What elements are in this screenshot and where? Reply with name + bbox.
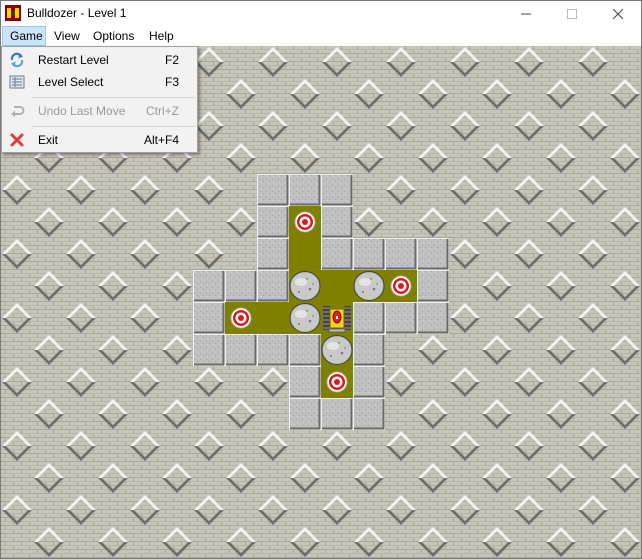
title-bar[interactable]: Bulldozer - Level 1 [1, 1, 641, 26]
bulldozer-player[interactable] [323, 306, 351, 333]
wall-block [193, 270, 225, 302]
close-button[interactable] [595, 1, 641, 26]
restart-level-item[interactable]: Restart Level F2 [4, 49, 195, 71]
target-marker [230, 307, 252, 329]
menu-options[interactable]: Options [86, 26, 141, 46]
wall-block [257, 334, 289, 366]
restart-level-shortcut: F2 [164, 53, 179, 67]
wall-block [417, 270, 449, 302]
undo-last-move-label: Undo Last Move [38, 104, 126, 118]
maximize-icon [567, 8, 577, 19]
wall-block [353, 238, 385, 270]
menu-separator [32, 97, 196, 98]
undo-last-move-shortcut: Ctrl+Z [146, 104, 179, 118]
floor-tile [289, 238, 321, 270]
maximize-button[interactable] [549, 1, 595, 26]
undo-icon [11, 106, 25, 118]
wall-block [353, 398, 385, 430]
exit-label: Exit [38, 133, 59, 147]
minimize-button[interactable] [503, 1, 549, 26]
target-marker [294, 211, 316, 233]
wall-block [257, 270, 289, 302]
level-select-item[interactable]: Level Select F3 [4, 71, 195, 93]
wall-block [417, 302, 449, 334]
target-marker [326, 371, 348, 393]
wall-block [321, 398, 353, 430]
floor-tile [257, 302, 289, 334]
wall-block [289, 398, 321, 430]
wall-block [385, 238, 417, 270]
wall-block [321, 174, 353, 206]
menu-separator [32, 126, 196, 127]
level-select-shortcut: F3 [164, 75, 179, 89]
wall-block [225, 270, 257, 302]
wall-block [257, 206, 289, 238]
wall-block [353, 334, 385, 366]
menu-help[interactable]: Help [142, 26, 182, 46]
wall-block [257, 238, 289, 270]
wall-block [289, 366, 321, 398]
wall-block [225, 334, 257, 366]
boulder[interactable] [321, 334, 353, 366]
close-icon [613, 8, 623, 19]
exit-item[interactable]: Exit Alt+F4 [4, 129, 195, 151]
wall-block [417, 238, 449, 270]
minimize-icon [521, 13, 531, 14]
wall-block [353, 366, 385, 398]
menu-view[interactable]: View [47, 26, 85, 46]
wall-block [289, 174, 321, 206]
wall-block [289, 334, 321, 366]
exit-shortcut: Alt+F4 [143, 133, 179, 147]
window-title: Bulldozer - Level 1 [27, 6, 127, 20]
wall-block [353, 302, 385, 334]
bulldozer-app-icon [5, 5, 21, 21]
boulder[interactable] [353, 270, 385, 302]
game-menu-dropdown: Restart Level F2 Level Select F3 Undo La… [1, 46, 198, 153]
exit-icon [10, 133, 24, 147]
undo-last-move-item[interactable]: Undo Last Move Ctrl+Z [4, 100, 195, 122]
boulder[interactable] [289, 270, 321, 302]
floor-tile [321, 270, 353, 302]
target-marker [390, 275, 412, 297]
restart-level-label: Restart Level [38, 53, 109, 67]
level-select-label: Level Select [38, 75, 104, 89]
menu-game[interactable]: Game [2, 26, 46, 46]
bulldozer-window: Bulldozer - Level 1 Game View Options He… [0, 0, 642, 559]
wall-block [257, 174, 289, 206]
menu-bar: Game View Options Help [1, 26, 641, 46]
restart-icon [10, 52, 24, 68]
wall-block [193, 302, 225, 334]
wall-block [321, 238, 353, 270]
wall-block [193, 334, 225, 366]
boulder[interactable] [289, 302, 321, 334]
level-select-icon [9, 75, 25, 89]
wall-block [385, 302, 417, 334]
wall-block [321, 206, 353, 238]
